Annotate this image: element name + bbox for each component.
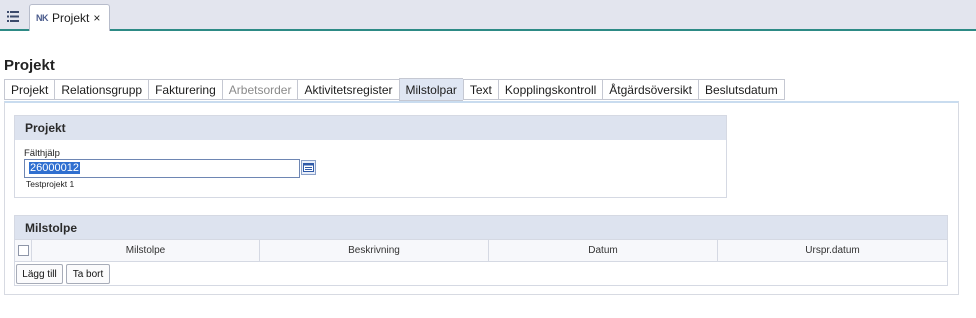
top-tab-strip: NK Projekt × xyxy=(0,0,976,31)
add-button[interactable]: Lägg till xyxy=(16,264,63,284)
tab-milstolpar[interactable]: Milstolpar xyxy=(398,78,463,101)
document-tab-label: Projekt xyxy=(52,11,90,25)
column-header-datum[interactable]: Datum xyxy=(489,240,718,261)
select-all-checkbox[interactable] xyxy=(15,240,32,261)
close-icon[interactable]: × xyxy=(93,11,100,25)
remove-button[interactable]: Ta bort xyxy=(66,264,110,284)
project-panel: Projekt xyxy=(14,115,727,198)
tab-fakturering[interactable]: Fakturering xyxy=(148,79,222,100)
tab-kopplingskontroll[interactable]: Kopplingskontroll xyxy=(497,79,603,100)
sub-tab-bar: Projekt Relationsgrupp Fakturering Arbet… xyxy=(4,78,785,101)
project-number-input[interactable]: 26000012 xyxy=(24,159,300,178)
tab-beslutsdatum[interactable]: Beslutsdatum xyxy=(697,79,785,100)
tab-relationsgrupp[interactable]: Relationsgrupp xyxy=(54,79,149,100)
project-number-value: 26000012 xyxy=(29,162,80,174)
tab-arbetsorder[interactable]: Arbetsorder xyxy=(221,79,298,100)
tab-atgardsoversikt[interactable]: Åtgärdsöversikt xyxy=(602,79,698,100)
milestone-panel-title: Milstolpe xyxy=(15,216,947,240)
tab-text[interactable]: Text xyxy=(462,79,498,100)
column-header-urspr-datum[interactable]: Urspr.datum xyxy=(718,240,947,261)
page-title: Projekt xyxy=(4,57,55,74)
lookup-icon[interactable] xyxy=(301,160,316,175)
document-tab-projekt[interactable]: NK Projekt × xyxy=(29,4,110,31)
tab-aktivitetsregister[interactable]: Aktivitetsregister xyxy=(297,79,399,100)
project-panel-title: Projekt xyxy=(15,116,726,140)
milestone-grid-header: Milstolpe Beskrivning Datum Urspr.datum xyxy=(15,239,947,262)
nk-badge-icon: NK xyxy=(36,13,49,23)
field-label: Fälthjälp xyxy=(24,148,60,159)
project-description: Testprojekt 1 xyxy=(26,179,75,189)
column-header-milstolpe[interactable]: Milstolpe xyxy=(32,240,260,261)
column-header-beskrivning[interactable]: Beskrivning xyxy=(260,240,489,261)
list-icon[interactable] xyxy=(0,3,26,30)
tab-projekt[interactable]: Projekt xyxy=(4,79,55,100)
